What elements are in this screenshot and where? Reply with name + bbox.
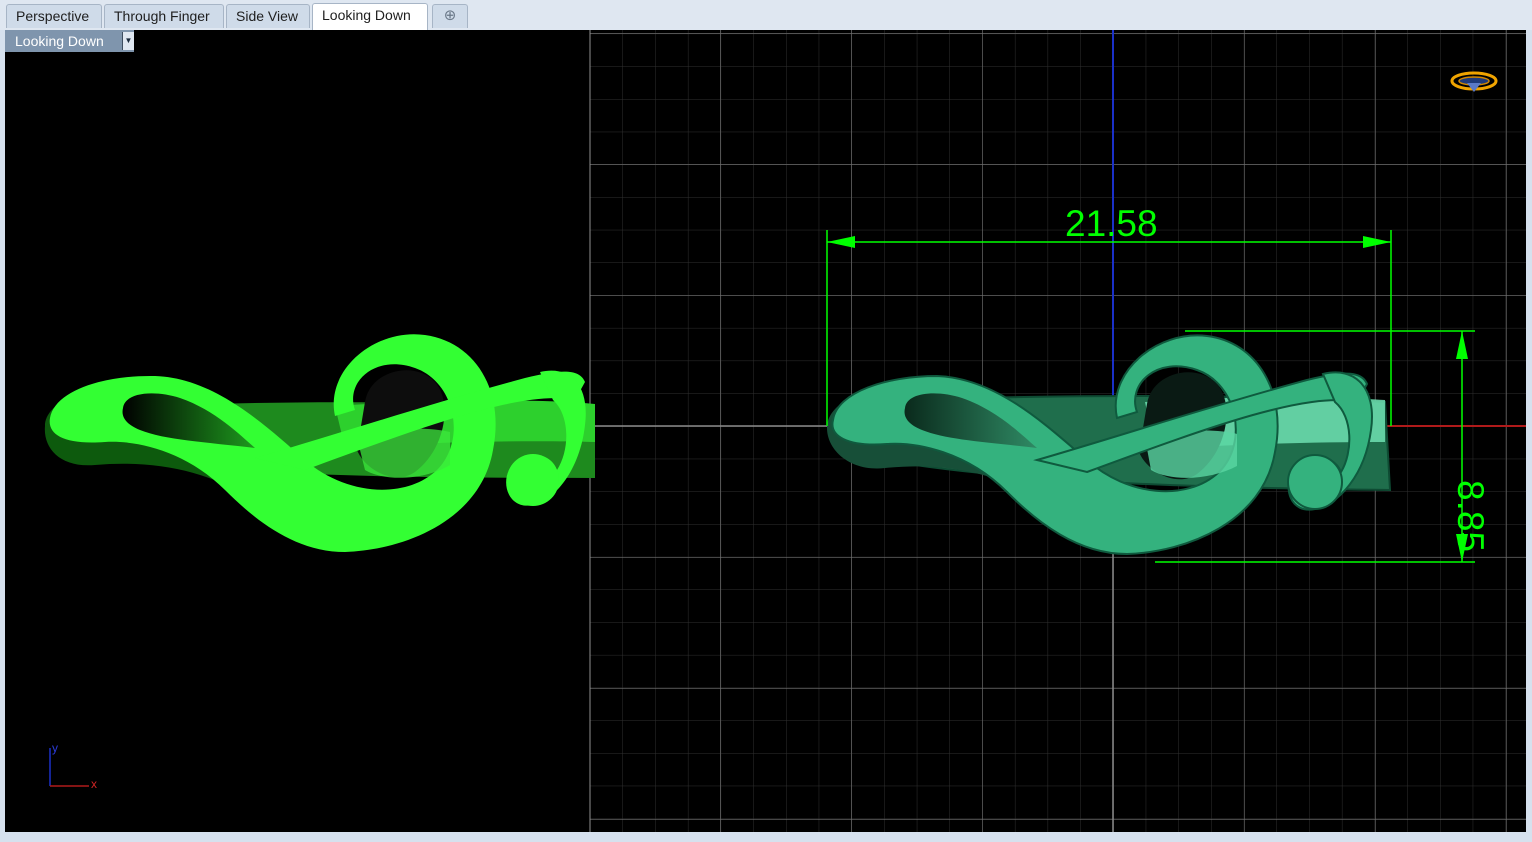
looking-down-viewport[interactable]: 21.58 8.85 y x Looking Down ▼ [5,30,1526,832]
tab-perspective[interactable]: Perspective [6,4,102,28]
viewport-tab-strip: Perspective Through Finger Side View Loo… [0,0,1532,30]
vertical-dimension-value[interactable]: 8.85 [1450,480,1491,552]
horizontal-dimension-value[interactable]: 21.58 [1065,203,1158,244]
tab-looking-down[interactable]: Looking Down [312,3,428,30]
axis-indicator-y-label: y [52,741,58,755]
tab-side-view[interactable]: Side View [226,4,310,28]
viewport-name-label[interactable]: Looking Down ▼ [5,30,134,52]
viewport-name-text: Looking Down [15,33,104,49]
add-tab-icon[interactable]: ⊕ [432,4,468,28]
rendered-clef-model [44,334,595,552]
dropdown-arrow-icon[interactable]: ▼ [122,32,134,50]
viewport-canvas: 21.58 8.85 y x [44,30,1526,832]
tab-through-finger[interactable]: Through Finger [104,4,224,28]
axis-indicator-x-label: x [91,777,97,791]
